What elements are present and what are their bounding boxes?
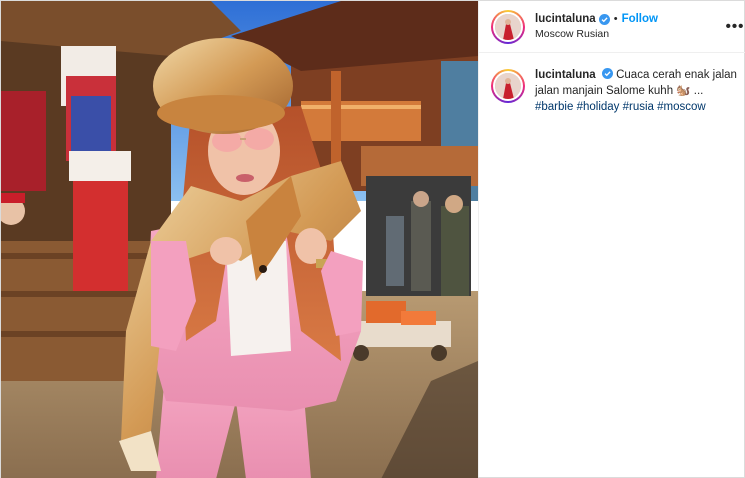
header-info: lucintaluna • Follow Moscow Rusian xyxy=(535,12,723,41)
location-link[interactable]: Moscow Rusian xyxy=(535,28,723,41)
post-photo[interactable] xyxy=(1,1,478,478)
instagram-post: lucintaluna • Follow Moscow Rusian ••• l… xyxy=(0,0,745,478)
caption-text-block: lucintaluna Cuaca cerah enak jalan jalan… xyxy=(535,67,745,115)
post-header: lucintaluna • Follow Moscow Rusian ••• xyxy=(479,1,745,53)
post-caption: lucintaluna Cuaca cerah enak jalan jalan… xyxy=(479,53,745,115)
caption-username-link[interactable]: lucintaluna xyxy=(535,69,596,81)
separator-dot: • xyxy=(613,12,618,25)
hashtag-link[interactable]: #holiday xyxy=(577,101,620,113)
post-sidebar: lucintaluna • Follow Moscow Rusian ••• l… xyxy=(478,1,745,477)
hashtag-link[interactable]: #moscow xyxy=(657,101,706,113)
hashtag-link[interactable]: #rusia xyxy=(623,101,654,113)
verified-badge-icon xyxy=(598,13,610,25)
hashtag-list: #barbie #holiday #rusia #moscow xyxy=(535,99,745,115)
user-avatar[interactable] xyxy=(491,9,525,44)
follow-button[interactable]: Follow xyxy=(622,12,658,26)
username-link[interactable]: lucintaluna xyxy=(535,12,596,26)
caption-avatar[interactable] xyxy=(491,69,525,103)
verified-badge-icon xyxy=(601,68,613,79)
hashtag-link[interactable]: #barbie xyxy=(535,101,573,113)
more-options-icon[interactable]: ••• xyxy=(723,15,745,39)
